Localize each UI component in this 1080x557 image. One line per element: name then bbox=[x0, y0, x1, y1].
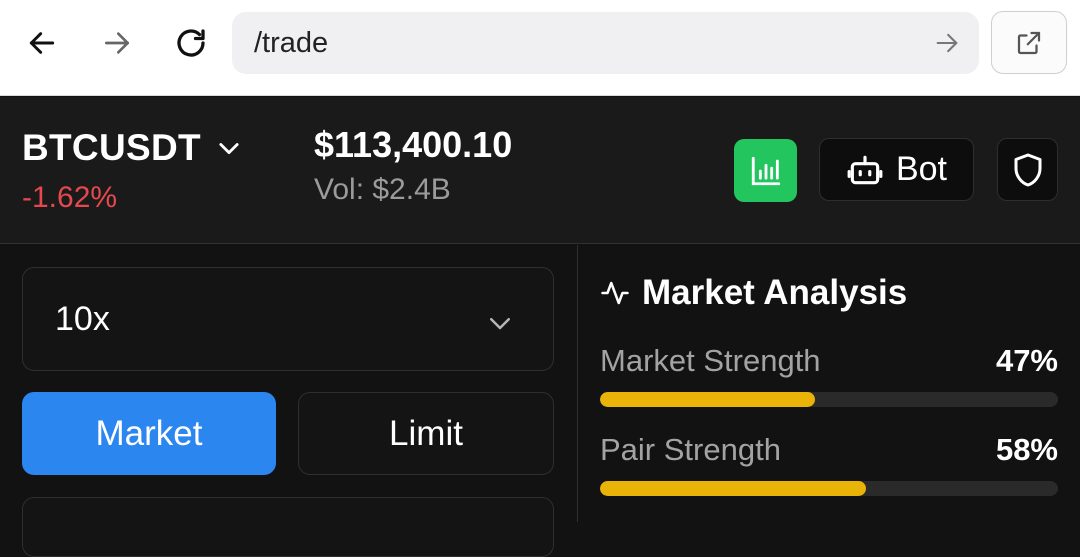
pair-strength-label: Pair Strength bbox=[600, 432, 781, 467]
arrow-left-icon bbox=[29, 32, 55, 54]
market-strength-fill bbox=[600, 392, 816, 407]
browser-toolbar: /trade bbox=[0, 0, 1080, 96]
external-link-icon bbox=[1017, 31, 1041, 54]
trade-header: BTCUSDT -1.62% $113,400.10 Vol: $2.4B Bo… bbox=[0, 97, 1080, 244]
price-change: -1.62% bbox=[22, 181, 118, 214]
market-order-tab[interactable]: Market bbox=[22, 392, 276, 475]
forward-button[interactable] bbox=[95, 21, 139, 65]
reload-icon bbox=[177, 29, 205, 57]
chevron-down-icon bbox=[490, 318, 510, 330]
market-strength-value: 47% bbox=[995, 343, 1058, 378]
back-button[interactable] bbox=[20, 21, 64, 65]
order-input-field[interactable] bbox=[22, 497, 554, 557]
market-strength-label: Market Strength bbox=[600, 343, 821, 378]
order-panel: 10x Market Limit bbox=[0, 245, 577, 557]
address-bar[interactable]: /trade bbox=[232, 12, 979, 74]
url-text: /trade bbox=[254, 26, 329, 59]
open-external-button[interactable] bbox=[991, 11, 1067, 74]
bot-label: Bot bbox=[895, 150, 948, 188]
shield-icon bbox=[1014, 153, 1041, 186]
activity-icon bbox=[601, 281, 629, 305]
volume-label: Vol: $2.4B bbox=[314, 173, 451, 206]
limit-order-tab[interactable]: Limit bbox=[298, 392, 554, 475]
last-price: $113,400.10 bbox=[314, 124, 513, 165]
market-analysis-panel: Market Analysis Market Strength 47% Pair… bbox=[578, 245, 1080, 522]
market-strength-bar bbox=[600, 392, 1058, 407]
bot-icon bbox=[847, 155, 883, 184]
leverage-select[interactable]: 10x bbox=[22, 267, 554, 371]
limit-label: Limit bbox=[389, 413, 463, 453]
chart-button[interactable] bbox=[734, 139, 797, 202]
symbol-selector[interactable]: BTCUSDT bbox=[22, 127, 243, 169]
reload-button[interactable] bbox=[169, 21, 213, 65]
symbol-name: BTCUSDT bbox=[22, 127, 201, 168]
bar-chart-icon bbox=[751, 156, 780, 185]
analysis-heading: Market Analysis bbox=[600, 273, 907, 313]
leverage-value: 10x bbox=[55, 299, 110, 338]
security-button[interactable] bbox=[997, 138, 1058, 201]
market-label: Market bbox=[95, 413, 203, 453]
pair-strength-fill bbox=[600, 481, 866, 496]
go-arrow-icon[interactable] bbox=[933, 29, 961, 57]
bot-button[interactable]: Bot bbox=[819, 138, 974, 201]
arrow-right-icon bbox=[105, 32, 129, 54]
pair-strength-bar bbox=[600, 481, 1058, 496]
analysis-title: Market Analysis bbox=[642, 273, 908, 312]
pair-strength-value: 58% bbox=[995, 432, 1058, 467]
chevron-down-icon bbox=[219, 143, 239, 155]
